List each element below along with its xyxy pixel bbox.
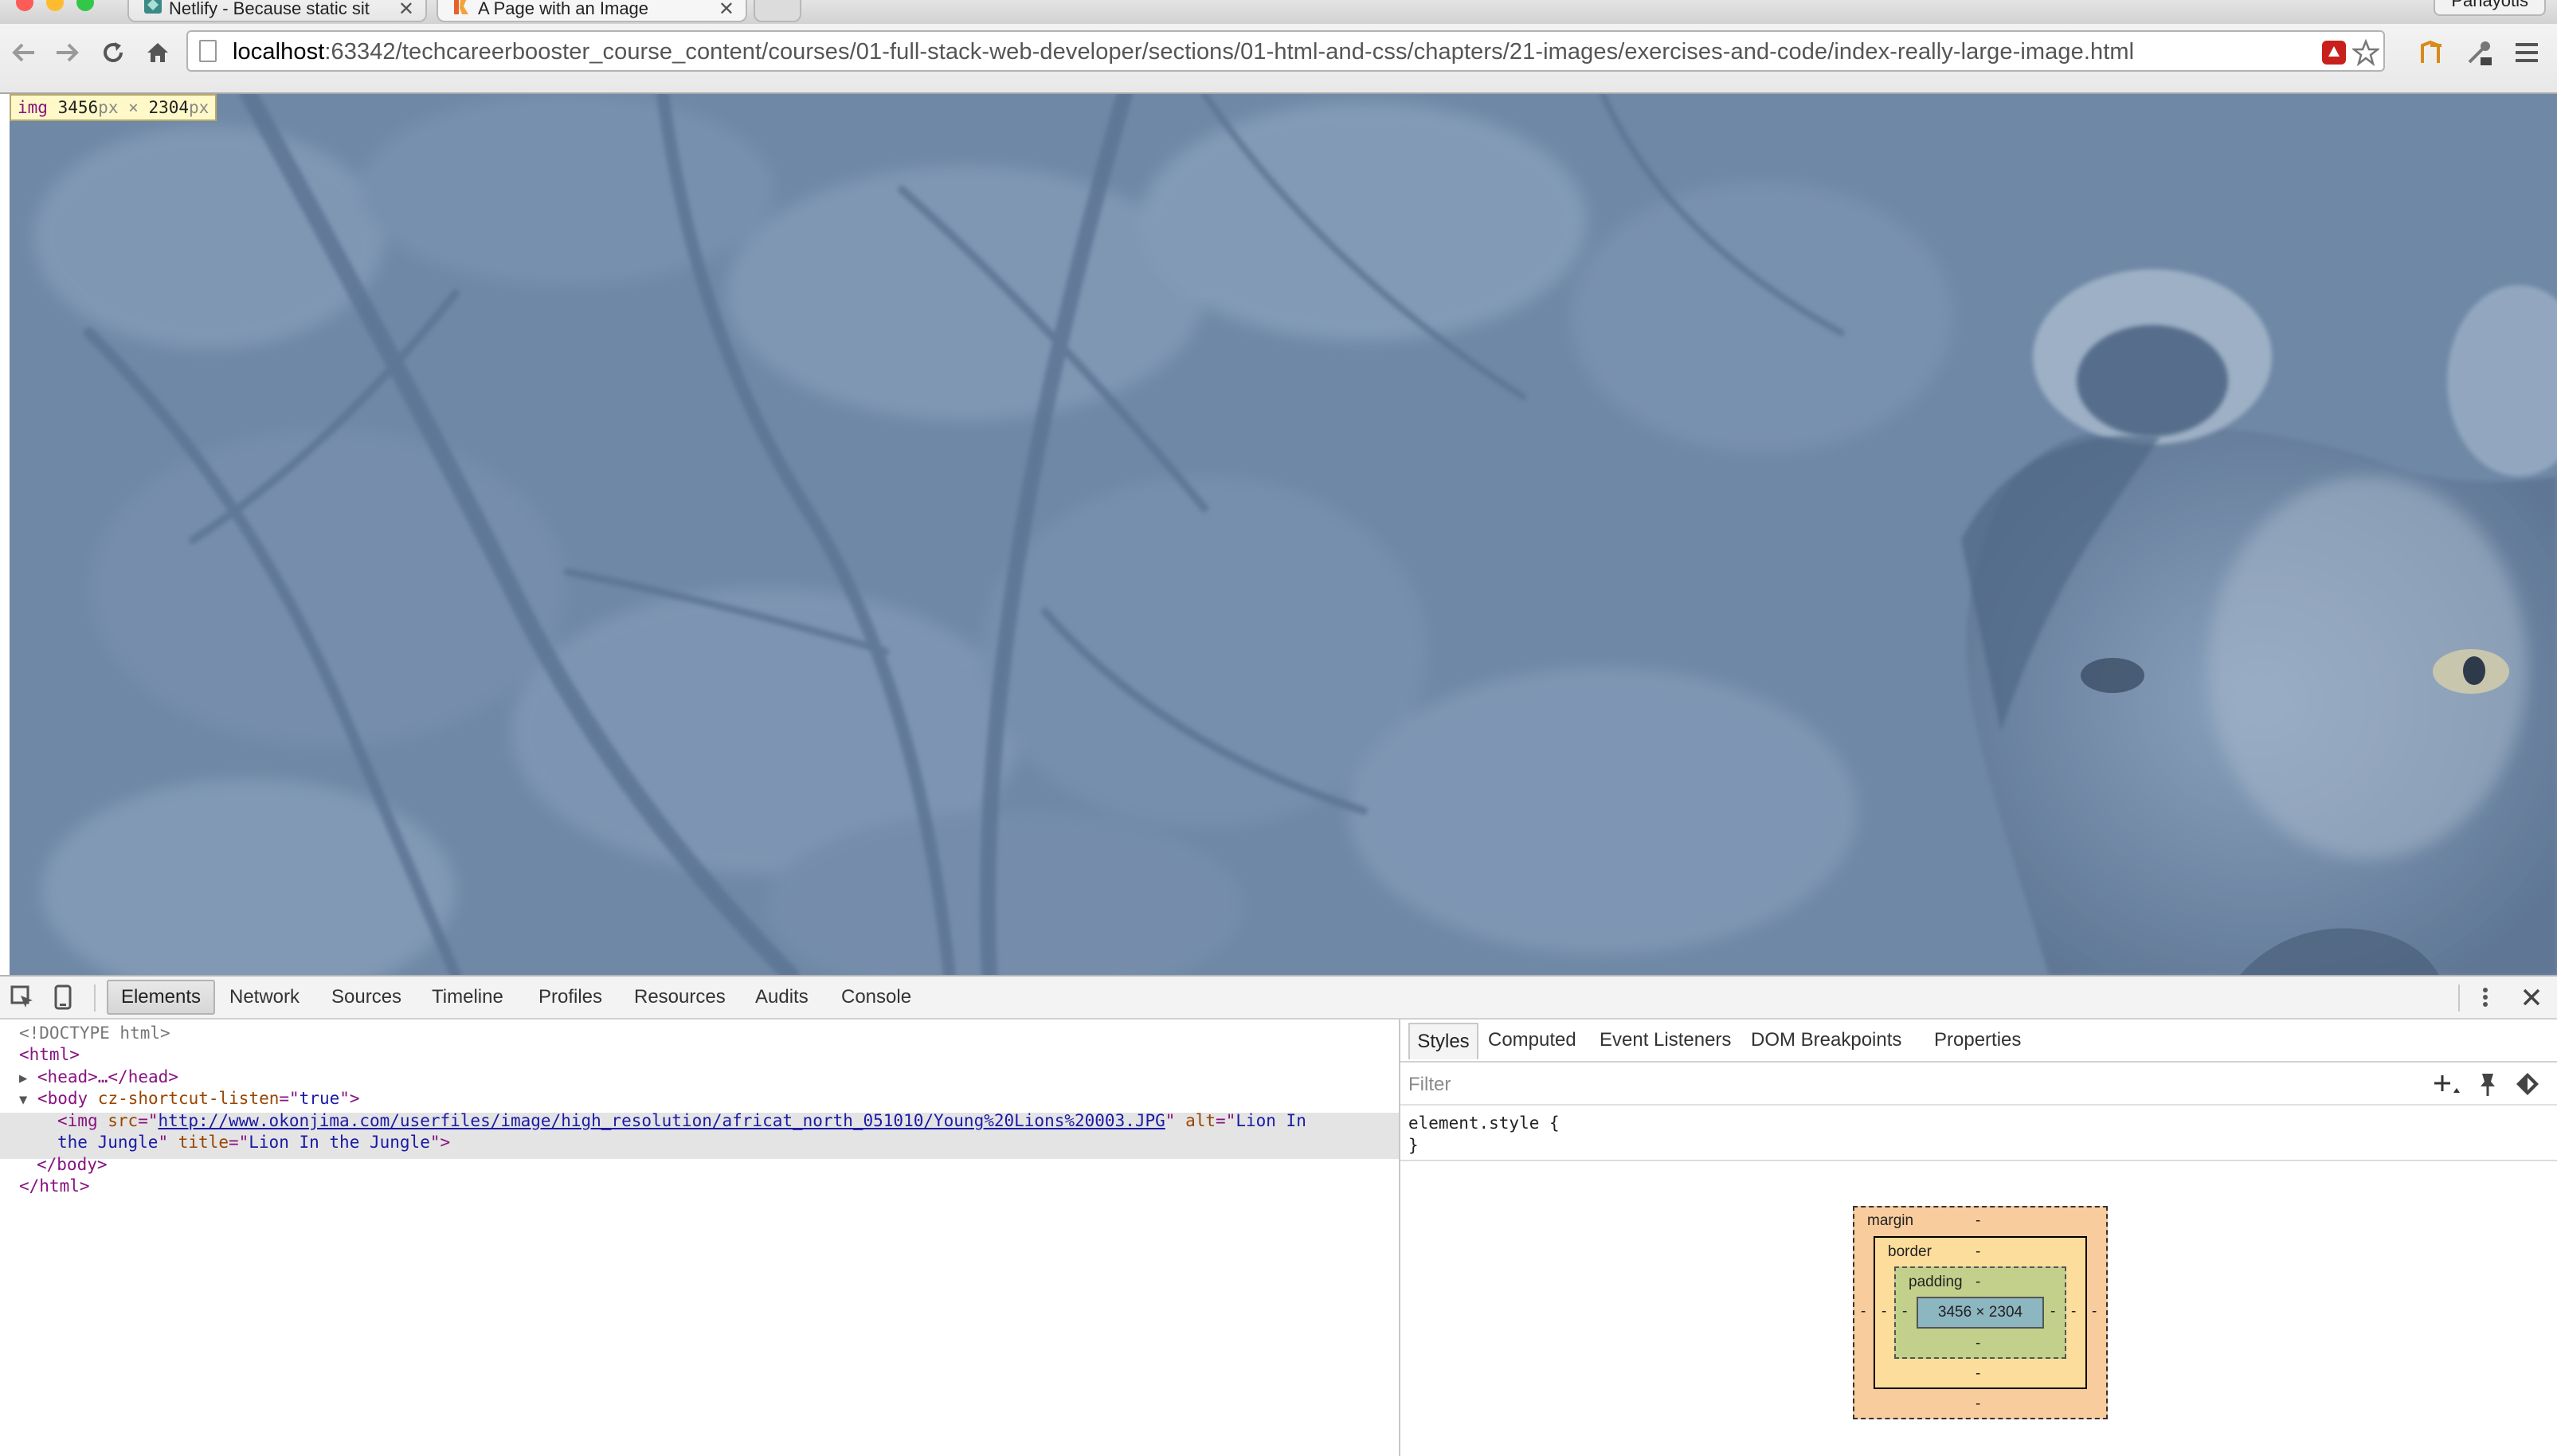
new-tab-button[interactable] [754, 0, 801, 22]
forward-button[interactable] [49, 35, 84, 70]
dom-html-close[interactable]: </html> [19, 1176, 90, 1198]
window-titlebar: Netlify - Because static sit ✕ A Page wi… [0, 0, 2557, 24]
close-window-button[interactable] [16, 0, 33, 11]
devtools-tab-elements[interactable]: Elements [107, 980, 215, 1015]
techcareerbooster-favicon-icon [454, 0, 468, 14]
toolbar-divider [94, 984, 96, 1012]
color-format-icon[interactable] [2514, 1070, 2541, 1102]
padding-label: padding [1909, 1274, 1963, 1290]
devtools-tab-profiles[interactable]: Profiles [538, 986, 602, 1008]
lastpass-icon[interactable] [2320, 38, 2348, 67]
profile-button[interactable]: Panayotis [2434, 0, 2546, 16]
device-mode-icon[interactable] [53, 984, 73, 1014]
margin-label: margin [1867, 1212, 1914, 1229]
dom-body-close[interactable]: </body> [37, 1154, 108, 1176]
styles-filter-row: Filter [1400, 1063, 2557, 1106]
back-arrow-icon [12, 43, 34, 62]
tab-netlify[interactable]: Netlify - Because static sit ✕ [127, 0, 427, 22]
devtools-tab-sources[interactable]: Sources [331, 986, 401, 1008]
bookmark-star-icon[interactable] [2351, 38, 2380, 67]
devtools-tab-network[interactable]: Network [229, 986, 300, 1008]
margin-right-value: - [2092, 1303, 2097, 1320]
border-top-value: - [1976, 1243, 1981, 1260]
lion-image[interactable] [10, 94, 2557, 975]
styles-filter-input[interactable]: Filter [1408, 1074, 1451, 1096]
devtools-menu-icon[interactable] [2477, 984, 2493, 1014]
element-size-tooltip: img 3456 px × 2304 px [10, 94, 217, 121]
extension-eyedropper-icon[interactable] [2461, 35, 2496, 70]
devtools-tab-console[interactable]: Console [841, 986, 911, 1008]
border-label: border [1888, 1243, 1932, 1260]
address-bar[interactable]: localhost:63342/techcareerbooster_course… [186, 30, 2385, 72]
sidebar-tab-properties[interactable]: Properties [1934, 1029, 2021, 1051]
inspect-element-icon[interactable] [10, 984, 35, 1014]
border-bottom-value: - [1976, 1365, 1981, 1382]
sidebar-tab-styles[interactable]: Styles [1408, 1023, 1478, 1059]
page-icon [199, 40, 217, 62]
page-margin [0, 94, 10, 975]
netlify-favicon-icon [144, 0, 162, 14]
sidebar-tabbar: Styles Computed Event Listeners DOM Brea… [1400, 1020, 2557, 1063]
toggle-element-state-icon[interactable] [2476, 1070, 2500, 1102]
padding-right-value: - [2050, 1303, 2056, 1320]
chrome-menu-icon[interactable] [2509, 35, 2544, 70]
dom-html-open[interactable]: <html> [19, 1044, 80, 1067]
img-src-link[interactable]: http://www.okonjima.com/userfiles/image/… [158, 1111, 1165, 1130]
border-left-value: - [1882, 1303, 1887, 1320]
tab-title: Netlify - Because static sit [169, 0, 370, 18]
tab-title: A Page with an Image [478, 0, 649, 18]
tab-close-icon[interactable]: ✕ [719, 0, 734, 21]
home-icon [147, 43, 168, 62]
border-right-value: - [2071, 1303, 2077, 1320]
padding-top-value: - [1976, 1274, 1981, 1290]
dom-body-open[interactable]: ▼ <body cz-shortcut-listen="true"> [19, 1088, 360, 1112]
forward-arrow-icon [57, 43, 79, 62]
reload-button[interactable] [96, 35, 131, 70]
devtools-tab-resources[interactable]: Resources [634, 986, 726, 1008]
dom-img-line1[interactable]: <img src="http://www.okonjima.com/userfi… [57, 1110, 1306, 1133]
devtools-tabbar: Elements Network Sources Timeline Profil… [0, 975, 2557, 1020]
devtools-tab-audits[interactable]: Audits [755, 986, 809, 1008]
rule-separator [1400, 1160, 2557, 1161]
tab-page-with-image[interactable]: A Page with an Image ✕ [437, 0, 747, 22]
minimize-window-button[interactable] [46, 0, 64, 11]
toolbar-divider [2458, 984, 2460, 1012]
reload-icon [104, 42, 123, 62]
expand-triangle-icon[interactable]: ▶ [19, 1070, 27, 1086]
home-button[interactable] [140, 35, 175, 70]
extension-bookmark-icon[interactable] [2414, 35, 2449, 70]
browser-toolbar: localhost:63342/techcareerbooster_course… [0, 24, 2557, 94]
url-text[interactable]: localhost:63342/techcareerbooster_course… [233, 39, 2134, 65]
collapse-triangle-icon[interactable]: ▼ [19, 1092, 27, 1108]
padding-bottom-value: - [1976, 1335, 1981, 1352]
zoom-window-button[interactable] [76, 0, 94, 11]
devtools-tab-timeline[interactable]: Timeline [432, 986, 503, 1008]
new-style-rule-icon[interactable] [2433, 1070, 2461, 1102]
sidebar-tab-dom-breakpoints[interactable]: DOM Breakpoints [1751, 1029, 1901, 1051]
dom-head[interactable]: ▶ <head>…</head> [19, 1067, 178, 1090]
box-model-content[interactable]: 3456 × 2304 [1917, 1297, 2044, 1329]
back-button[interactable] [6, 35, 41, 70]
page-viewport [10, 94, 2557, 975]
margin-bottom-value: - [1976, 1395, 1981, 1412]
margin-left-value: - [1861, 1303, 1866, 1320]
devtools-panel: Elements Network Sources Timeline Profil… [0, 975, 2557, 1456]
sidebar-tab-computed[interactable]: Computed [1488, 1029, 1576, 1051]
devtools-close-icon[interactable] [2520, 986, 2543, 1012]
dom-tree: <!DOCTYPE html> <html> ▶ <head>…</head> … [0, 1020, 1399, 1456]
dom-doctype[interactable]: <!DOCTYPE html> [19, 1023, 170, 1045]
padding-left-value: - [1902, 1303, 1908, 1320]
sidebar-tab-event-listeners[interactable]: Event Listeners [1600, 1029, 1731, 1051]
margin-top-value: - [1976, 1212, 1981, 1229]
element-style-rule[interactable]: element.style { } [1408, 1112, 1560, 1157]
tab-close-icon[interactable]: ✕ [398, 0, 414, 21]
dom-img-line2[interactable]: the Jungle" title="Lion In the Jungle"> [57, 1132, 450, 1154]
